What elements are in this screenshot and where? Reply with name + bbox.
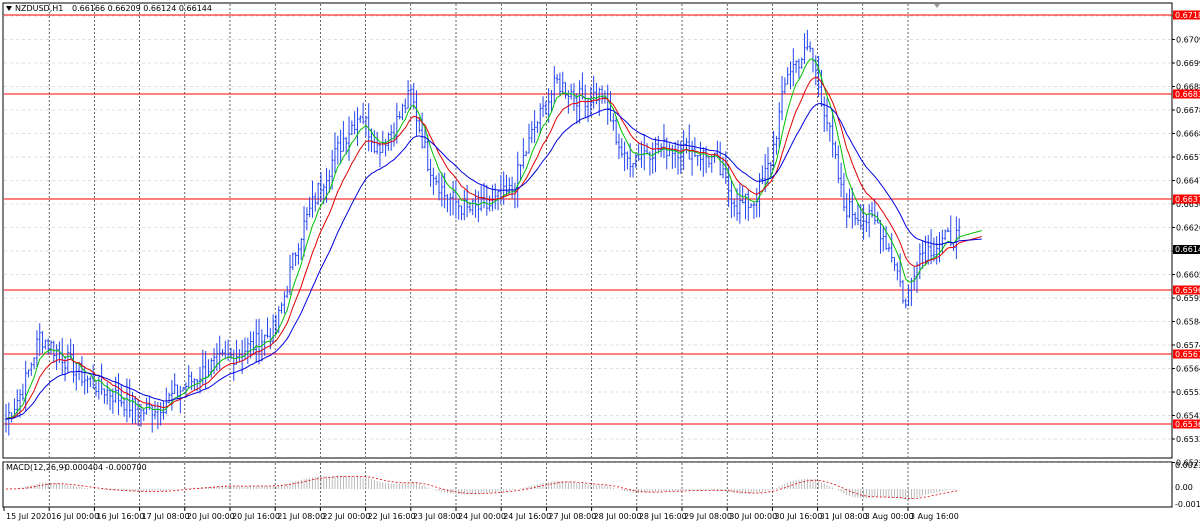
macd-scale-zero: 0.00 [1175,483,1193,492]
time-label: 22 Jul 00:00 [322,512,370,521]
time-label: 21 Jul 08:00 [277,512,325,521]
price-label: 0.65325 [1176,435,1200,444]
ohlc-values: 0.66166 0.66209 0.66124 0.66144 [72,4,212,13]
price-label: 0.65740 [1176,341,1200,350]
price-label: 0.66575 [1176,153,1200,162]
macd-values: -0.000404 -0.000700 [62,463,147,472]
current-price-value: 0.66144 [1175,245,1200,254]
price-label: 0.66470 [1176,177,1200,186]
chart-background [0,0,1200,525]
time-label: 20 Jul 00:00 [187,512,235,521]
price-label: 0.67095 [1176,36,1200,45]
price-label: 0.65640 [1176,365,1200,374]
price-label: 0.65950 [1176,294,1200,303]
time-label: 16 Jul 16:00 [96,512,144,521]
time-label: 3 Aug 00:00 [865,512,914,521]
macd-scale-bottom: -0.001648 [1175,500,1200,509]
time-label: 30 Jul 00:00 [729,512,777,521]
time-label: 16 Jul 00:00 [51,512,99,521]
time-label: 29 Jul 08:00 [684,512,732,521]
time-label: 28 Jul 00:00 [594,512,642,521]
level-tag-value: 0.65963 [1175,286,1200,295]
time-label: 28 Jul 16:00 [639,512,687,521]
time-label: 24 Jul 16:00 [503,512,551,521]
time-label: 24 Jul 00:00 [458,512,506,521]
price-label: 0.65845 [1176,318,1200,327]
macd-header: MACD(12,26,9) -0.000404 -0.000700 [6,463,147,472]
time-label: 23 Jul 08:00 [413,512,461,521]
macd-label: MACD(12,26,9) [6,463,67,472]
time-label: 31 Jul 08:00 [820,512,868,521]
time-label: 3 Aug 16:00 [910,512,959,521]
symbol-timeframe: NZDUSD,H1 [15,4,63,13]
level-tag-value: 0.65677 [1175,350,1200,359]
price-label: 0.66990 [1176,59,1200,68]
level-tag-value: 0.67188 [1175,11,1200,20]
time-label: 27 Jul 08:00 [548,512,596,521]
time-label: 22 Jul 16:00 [368,512,416,521]
chart-window[interactable]: 0.718900.670950.669900.668850.667850.666… [0,0,1200,525]
time-label: 17 Jul 08:00 [142,512,190,521]
time-label: 15 Jul 2020 [6,512,51,521]
price-label: 0.66680 [1176,130,1200,139]
time-label: 30 Jul 16:00 [774,512,822,521]
macd-scale-top: 0.002103 [1175,461,1200,470]
price-label: 0.66785 [1176,106,1200,115]
current-price-tag: 0.66144 [1173,245,1200,254]
time-label: 20 Jul 16:00 [232,512,280,521]
level-tag-value: 0.66373 [1175,195,1200,204]
level-tag-value: 0.65364 [1175,420,1200,429]
price-label: 0.66055 [1176,271,1200,280]
price-label: 0.66260 [1176,224,1200,233]
level-tag-value: 0.66837 [1175,90,1200,99]
price-label: 0.65535 [1176,388,1200,397]
